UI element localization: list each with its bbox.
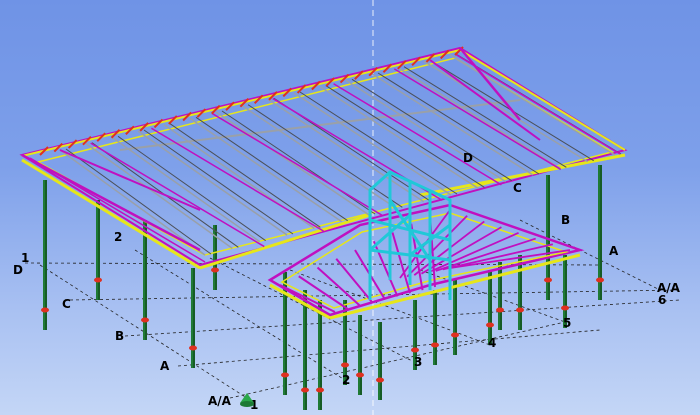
grid-label-5-bottom: 5	[563, 316, 571, 330]
support-node	[211, 267, 219, 273]
grid-label-3-bottom: 3	[414, 355, 422, 369]
support-node	[189, 345, 197, 351]
truss-chord	[151, 127, 324, 232]
support-node	[516, 307, 524, 313]
support-node	[486, 322, 494, 328]
grid-label-4-bottom: 4	[488, 336, 496, 350]
grid-label-b-left: B	[115, 329, 124, 343]
purlin	[137, 130, 288, 236]
hip-rafter	[21, 153, 201, 252]
purlin-shadow	[403, 66, 567, 168]
roof-trusses-group	[21, 46, 621, 263]
support-node	[431, 342, 439, 348]
annex-roof-frame	[267, 203, 585, 320]
support-node	[561, 305, 569, 311]
support-node	[94, 277, 102, 283]
grid-label-6-right: 6	[658, 293, 666, 307]
grid-label-c-right: C	[513, 181, 522, 195]
grid-label-b-right: B	[561, 213, 570, 227]
purlin-shadow	[143, 129, 294, 235]
truss-chord	[393, 68, 562, 171]
purlin	[189, 117, 343, 223]
grid-label-d-right: D	[463, 151, 473, 165]
grid-label-a-left: A	[160, 359, 170, 373]
grid-label-2: 2	[114, 230, 122, 244]
support-node	[411, 347, 419, 353]
grid-label-aa-bottom: A/A	[208, 394, 232, 408]
support-node	[301, 387, 309, 393]
purlin	[111, 136, 261, 243]
support-node	[376, 377, 384, 383]
support-node	[451, 332, 459, 338]
support-node	[41, 307, 49, 313]
grid-label-c-left: C	[62, 297, 71, 311]
support-node	[316, 387, 324, 393]
support-node	[281, 372, 289, 378]
purlin-shadow	[221, 110, 376, 215]
purlin	[85, 143, 233, 249]
support-node	[356, 372, 364, 378]
annex-rafter	[391, 232, 411, 294]
support-node	[141, 317, 149, 323]
columns-group	[43, 165, 602, 410]
support-node	[496, 307, 504, 313]
annex-rafter	[335, 258, 374, 304]
grid-label-2-bottom: 2	[342, 373, 350, 387]
structural-grid	[24, 219, 681, 401]
grid-label-aa-right: A/A	[657, 281, 681, 295]
3d-model-viewport[interactable]: 1 D 2 C B A A/A 1 2 3 4 5 6 A/A A B C D	[0, 0, 700, 415]
grid-label-a-right: A	[609, 244, 619, 258]
support-node	[341, 362, 349, 368]
annex-rafter	[316, 266, 361, 307]
purlin-shadow	[169, 123, 321, 228]
support-node	[596, 277, 604, 283]
grid-label-d: D	[13, 263, 23, 277]
support-node	[544, 277, 552, 283]
